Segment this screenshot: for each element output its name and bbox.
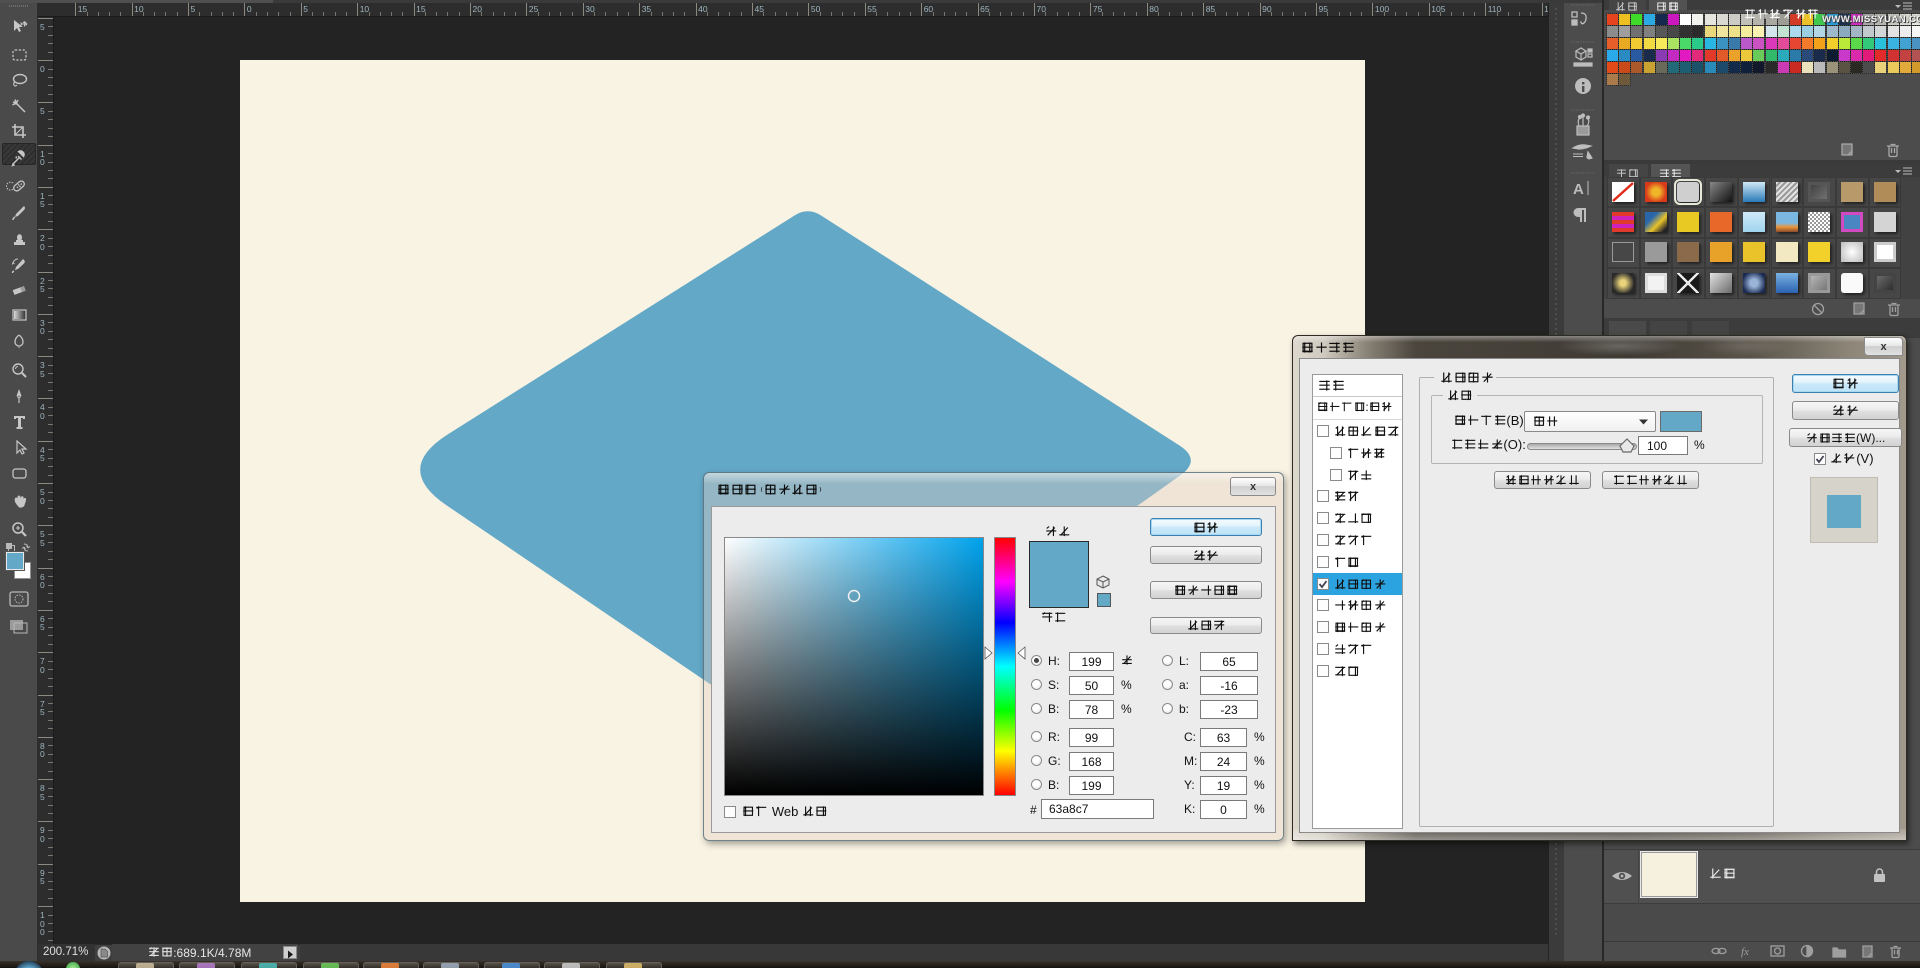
svg-text:A: A [1573,181,1584,198]
svg-text:fx: fx [1741,946,1749,958]
